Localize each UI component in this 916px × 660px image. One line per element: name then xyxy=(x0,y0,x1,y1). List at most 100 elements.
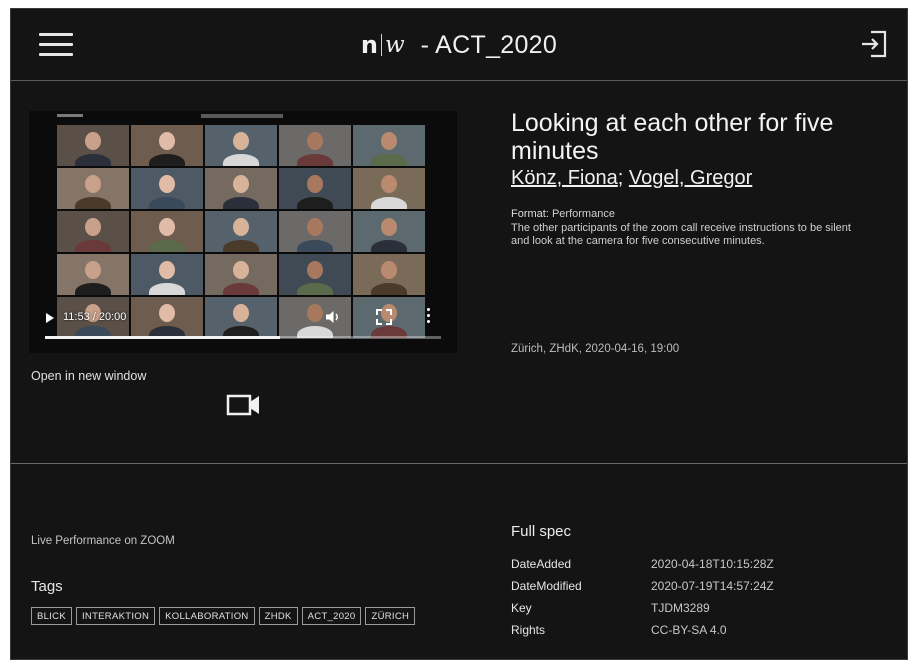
participant-body xyxy=(371,197,407,209)
fullscreen-icon[interactable] xyxy=(376,309,392,325)
participant-head xyxy=(85,218,101,236)
logo-n: n xyxy=(360,31,378,59)
tag-chip[interactable]: INTERAKTION xyxy=(75,607,156,625)
participant-body xyxy=(75,283,111,295)
participant-tile xyxy=(353,254,425,295)
participant-tile xyxy=(279,211,351,252)
participant-head xyxy=(381,261,397,279)
section-divider xyxy=(11,463,907,464)
participant-body xyxy=(371,283,407,295)
video-progress-fill xyxy=(45,336,281,339)
participant-body xyxy=(149,197,185,209)
work-authors: Könz, Fiona; Vogel, Gregor xyxy=(511,167,871,190)
participant-head xyxy=(381,175,397,193)
open-in-new-window-link[interactable]: Open in new window xyxy=(31,369,146,383)
description-text: The other participants of the zoom call … xyxy=(511,221,851,248)
live-note: Live Performance on ZOOM xyxy=(31,535,175,547)
spec-value: 2020-07-19T14:57:24Z xyxy=(651,579,774,593)
work-description: Format: Performance The other participan… xyxy=(511,208,856,249)
participant-tile xyxy=(131,125,203,166)
participant-body xyxy=(223,154,259,166)
spec-table: DateAdded 2020-04-18T10:15:28Z DateModif… xyxy=(511,557,774,645)
participant-tile xyxy=(57,168,129,209)
spec-row: DateModified 2020-07-19T14:57:24Z xyxy=(511,579,774,601)
zoom-toolbar xyxy=(29,111,457,123)
video-controls: 11:53 / 20:00 xyxy=(29,297,457,353)
participant-tile xyxy=(205,168,277,209)
participant-body xyxy=(149,154,185,166)
participant-body xyxy=(297,197,333,209)
tag-chip[interactable]: KOLLABORATION xyxy=(159,607,255,625)
spec-value: TJDM3289 xyxy=(651,601,710,615)
participant-body xyxy=(371,154,407,166)
spec-row: DateAdded 2020-04-18T10:15:28Z xyxy=(511,557,774,579)
more-options-icon[interactable] xyxy=(427,308,431,324)
participant-head xyxy=(159,132,175,150)
participant-head xyxy=(233,132,249,150)
participant-tile xyxy=(131,168,203,209)
participant-body xyxy=(75,240,111,252)
play-icon[interactable] xyxy=(46,313,54,323)
participant-tile xyxy=(131,254,203,295)
logo-divider xyxy=(380,34,382,56)
participant-body xyxy=(75,154,111,166)
participant-body xyxy=(297,240,333,252)
participant-head xyxy=(307,175,323,193)
sign-in-icon[interactable] xyxy=(859,29,889,59)
participant-head xyxy=(85,261,101,279)
participant-head xyxy=(381,218,397,236)
participant-tile xyxy=(57,125,129,166)
participant-head xyxy=(381,132,397,150)
tags-heading: Tags xyxy=(31,578,63,595)
volume-icon[interactable] xyxy=(325,310,341,324)
app-frame: n w - ACT_2020 11:53 / 20:00 Open in new… xyxy=(10,8,908,660)
participant-body xyxy=(149,283,185,295)
spec-key: Key xyxy=(511,601,532,615)
participant-head xyxy=(85,175,101,193)
fhnw-logo[interactable]: n w xyxy=(361,31,405,59)
place-date: Zürich, ZHdK, 2020-04-16, 19:00 xyxy=(511,343,680,355)
participant-body xyxy=(223,240,259,252)
participant-head xyxy=(307,132,323,150)
top-header: n w - ACT_2020 xyxy=(11,9,907,81)
tag-chip[interactable]: ACT_2020 xyxy=(301,607,362,625)
participant-body xyxy=(297,154,333,166)
participant-tile xyxy=(57,211,129,252)
author-separator: ; xyxy=(617,167,624,189)
spec-key: DateAdded xyxy=(511,557,572,571)
participant-body xyxy=(149,240,185,252)
participant-tile xyxy=(353,168,425,209)
participant-body xyxy=(75,197,111,209)
tag-chip[interactable]: BLICK xyxy=(31,607,72,625)
participant-head xyxy=(85,132,101,150)
format-value: Performance xyxy=(551,208,615,220)
participant-head xyxy=(233,175,249,193)
tag-chip[interactable]: ZHDK xyxy=(258,607,298,625)
participant-head xyxy=(159,261,175,279)
participant-tile xyxy=(205,254,277,295)
participant-head xyxy=(233,218,249,236)
participant-tile xyxy=(131,211,203,252)
participant-tile xyxy=(279,125,351,166)
author-link[interactable]: Vogel, Gregor xyxy=(629,167,752,189)
spec-heading: Full spec xyxy=(511,523,572,540)
spec-key: DateModified xyxy=(511,579,582,593)
participant-tile xyxy=(353,125,425,166)
video-player[interactable]: 11:53 / 20:00 xyxy=(29,111,457,353)
video-camera-icon[interactable] xyxy=(226,393,262,417)
brand: n w - ACT_2020 xyxy=(11,9,907,81)
author-link[interactable]: Könz, Fiona xyxy=(511,167,618,189)
participant-body xyxy=(371,240,407,252)
spec-value: 2020-04-18T10:15:28Z xyxy=(651,557,774,571)
participant-tile xyxy=(353,211,425,252)
tag-chip[interactable]: ZÜRICH xyxy=(365,607,416,625)
work-info: Looking at each other for five minutes K… xyxy=(511,109,871,249)
tag-list: BLICK INTERAKTION KOLLABORATION ZHDK ACT… xyxy=(31,607,451,625)
video-time: 11:53 / 20:00 xyxy=(63,311,127,323)
participant-body xyxy=(223,197,259,209)
participant-head xyxy=(233,261,249,279)
participant-head xyxy=(307,218,323,236)
participant-tile xyxy=(57,254,129,295)
video-progress-bar[interactable] xyxy=(45,336,441,339)
participant-tile xyxy=(279,254,351,295)
